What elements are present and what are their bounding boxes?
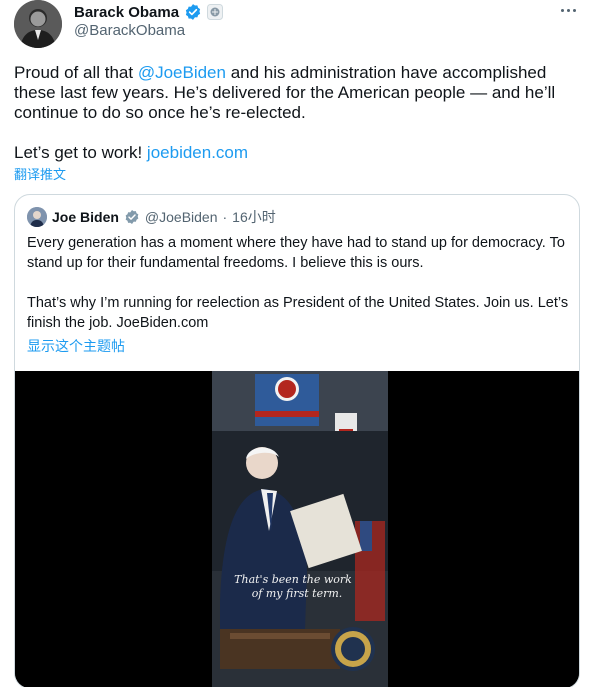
- tweet-card: Barack Obama @BarackObama Proud of all t…: [0, 0, 597, 687]
- video-caption-line-1: That's been the work: [234, 573, 352, 586]
- quoted-author-handle[interactable]: @JoeBiden: [145, 209, 218, 225]
- quoted-text: Every generation has a moment where they…: [27, 233, 572, 333]
- website-link[interactable]: joebiden.com: [147, 143, 248, 162]
- author-avatar[interactable]: [14, 0, 62, 48]
- author-name[interactable]: Barack Obama: [74, 4, 179, 21]
- cta-text: Let’s get to work!: [14, 143, 147, 162]
- author-name-row: Barack Obama: [74, 2, 224, 22]
- more-options-icon[interactable]: [557, 2, 579, 18]
- show-thread-link[interactable]: 显示这个主题帖: [27, 336, 125, 356]
- tweet-text-pre: Proud of all that: [14, 63, 138, 82]
- tweet-text: Proud of all that @JoeBiden and his admi…: [14, 63, 584, 123]
- quoted-author-name[interactable]: Joe Biden: [52, 209, 119, 225]
- tweet-cta: Let’s get to work! joebiden.com: [14, 143, 248, 163]
- mention-link[interactable]: @JoeBiden: [138, 63, 226, 82]
- verified-badge-icon[interactable]: [184, 3, 202, 21]
- video-player[interactable]: That's been the work of my first term.: [15, 371, 579, 687]
- quoted-header: Joe Biden @JoeBiden · 16小时: [27, 207, 276, 227]
- quoted-tweet[interactable]: Joe Biden @JoeBiden · 16小时 Every generat…: [14, 194, 580, 687]
- translate-tweet-link[interactable]: 翻译推文: [14, 164, 66, 183]
- quoted-paragraph-2: That’s why I’m running for reelection as…: [27, 295, 569, 331]
- quoted-avatar[interactable]: [27, 207, 47, 227]
- quoted-verified-badge-icon: [124, 209, 140, 225]
- quoted-paragraph-1: Every generation has a moment where they…: [27, 235, 565, 271]
- video-caption-line-2: of my first term.: [252, 587, 343, 600]
- author-handle[interactable]: @BarackObama: [74, 22, 185, 39]
- government-seal-icon[interactable]: [207, 4, 224, 20]
- quoted-timestamp[interactable]: 16小时: [232, 207, 276, 227]
- quoted-separator: ·: [222, 209, 228, 225]
